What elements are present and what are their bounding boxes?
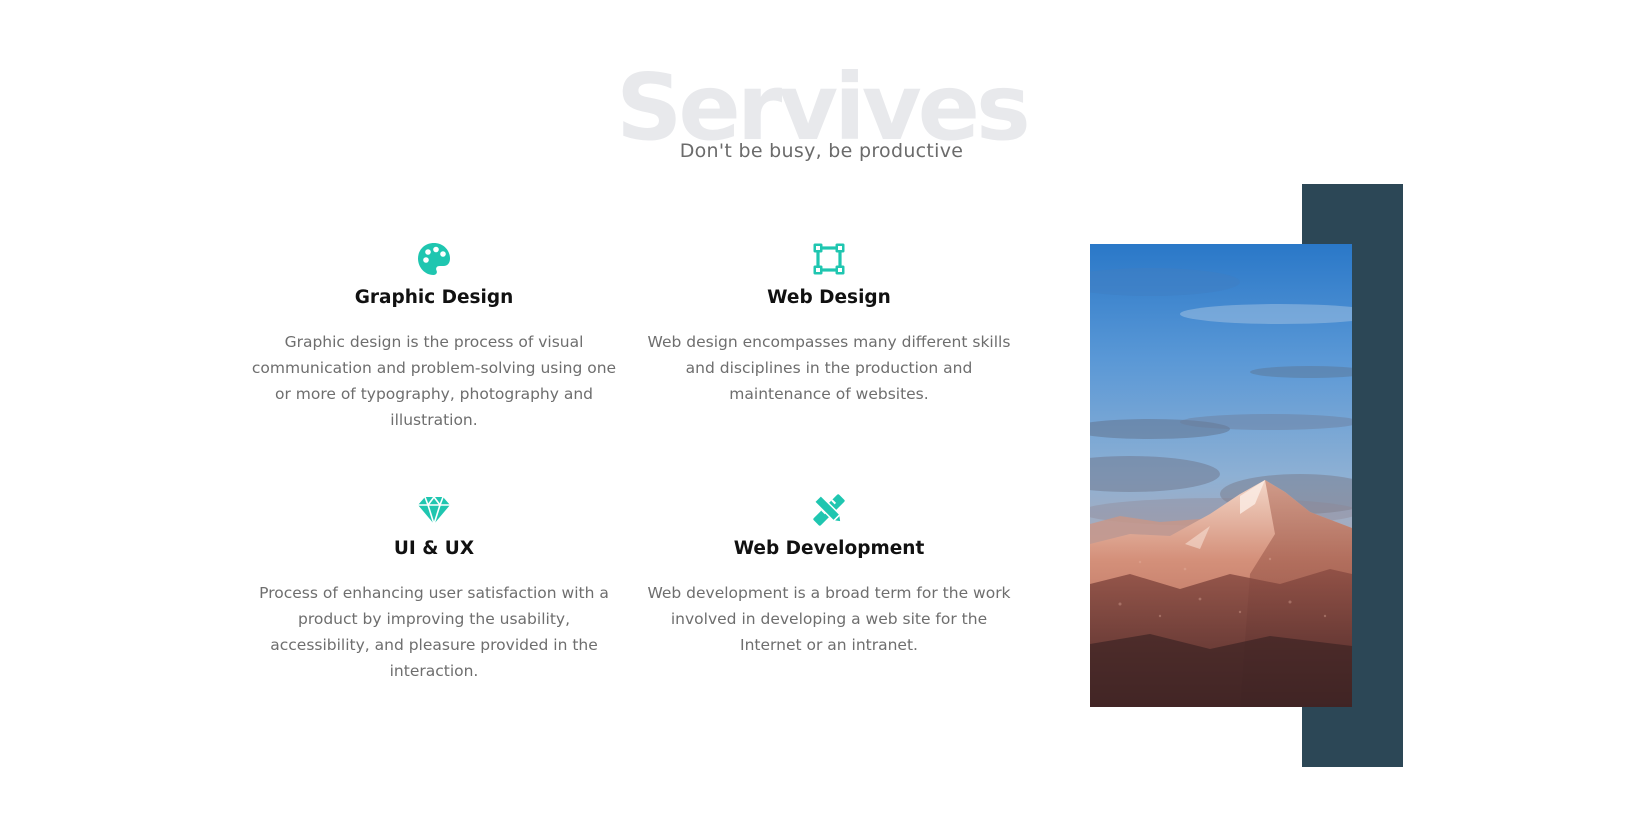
service-card-web-design: Web Design Web design encompasses many d… [644, 241, 1014, 407]
service-card-web-development: Web Development Web development is a bro… [644, 492, 1014, 658]
palette-icon [418, 243, 450, 275]
service-title: UI & UX [393, 538, 475, 559]
service-card-graphic-design: Graphic Design Graphic design is the pro… [249, 241, 619, 433]
service-description: Process of enhancing user satisfaction w… [259, 584, 609, 680]
section-subtitle: Don't be busy, be productive [679, 140, 964, 162]
service-card-ui-ux: UI & UX Process of enhancing user satisf… [249, 492, 619, 684]
service-description: Web design encompasses many different sk… [647, 333, 1011, 403]
service-description: Web development is a broad term for the … [647, 584, 1011, 654]
gem-icon [418, 495, 450, 527]
mountain-photo [1090, 244, 1352, 707]
service-description: Graphic design is the process of visual … [251, 333, 617, 429]
service-title: Web Development [733, 538, 925, 559]
service-title: Web Design [767, 287, 891, 308]
vector-square-icon [813, 243, 845, 275]
services-section: Servives Don't be busy, be productive Gr… [0, 0, 1643, 815]
pencil-ruler-icon [813, 494, 845, 526]
service-title: Graphic Design [354, 287, 514, 308]
